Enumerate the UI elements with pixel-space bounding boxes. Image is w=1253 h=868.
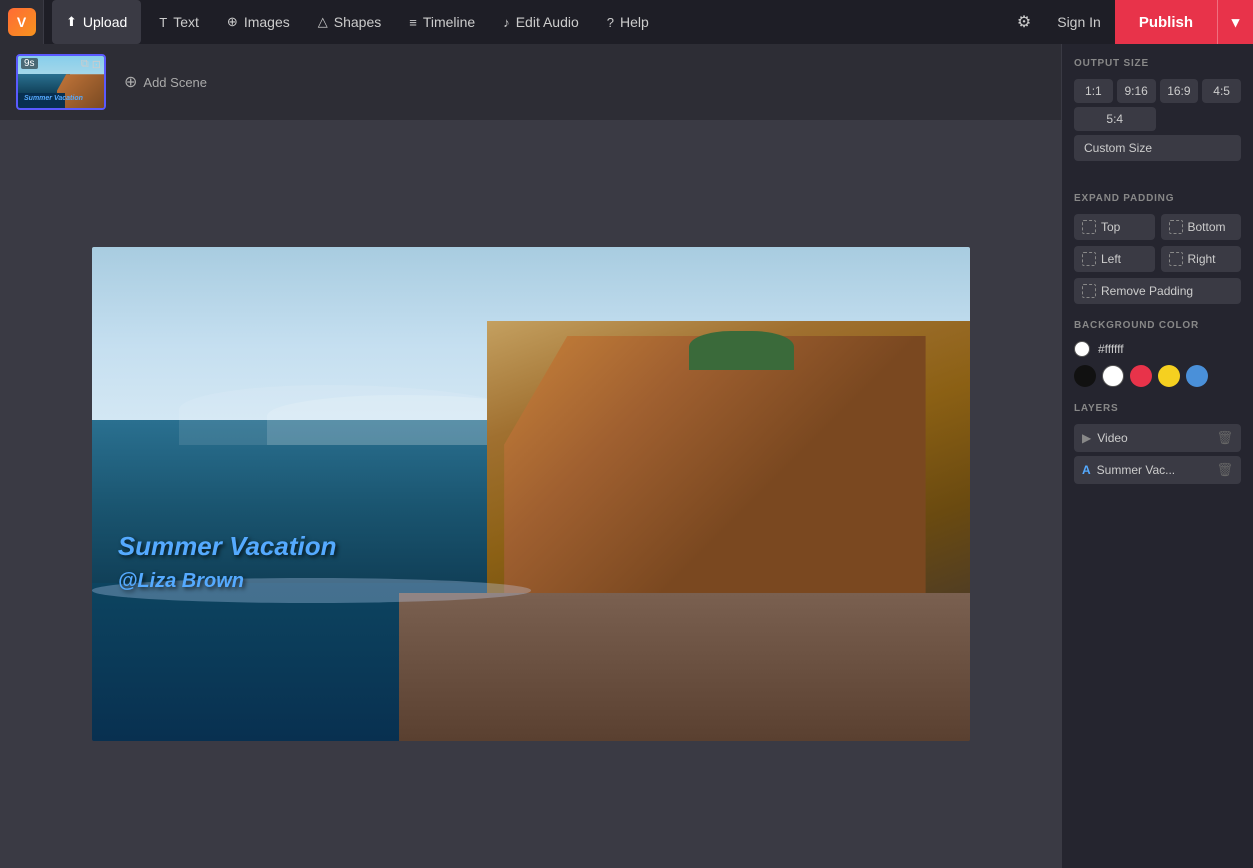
padding-grid: Top Bottom Left Right (1074, 214, 1241, 272)
expand-padding-label: EXPAND PADDING (1074, 193, 1241, 204)
scene-text-preview: Summer Vacation (24, 95, 83, 102)
output-size-label: OUTPUT SIZE (1074, 58, 1241, 69)
images-icon: ⊕ (227, 14, 238, 30)
upload-icon: ⬆ (66, 14, 77, 30)
swatch-white[interactable] (1102, 365, 1124, 387)
sign-in-button[interactable]: Sign In (1043, 0, 1115, 44)
background-color-section: BACKGROUND COLOR #ffffff (1074, 320, 1241, 387)
size-grid-row2: 5:4 (1074, 107, 1241, 131)
pad-right-icon (1169, 252, 1183, 266)
layer-text[interactable]: A Summer Vac... 🗑 (1074, 456, 1241, 484)
vegetation (689, 331, 794, 371)
shapes-button[interactable]: △ Shapes (304, 0, 395, 44)
scene-strip: 9s ⧉ ⊡ Summer Vacation ⊕ Add Scene (0, 44, 1061, 120)
text-button[interactable]: T Text (145, 0, 213, 44)
rocky-shore (399, 593, 970, 741)
size-9-16-button[interactable]: 9:16 (1117, 79, 1156, 103)
canvas-area: Summer Vacation @Liza Brown (0, 120, 1061, 868)
output-size-section: OUTPUT SIZE 1:1 9:16 16:9 4:5 5:4 Custom… (1074, 58, 1241, 177)
canvas-scene: Summer Vacation @Liza Brown (92, 247, 970, 741)
swatch-blue[interactable] (1186, 365, 1208, 387)
cliff-detail (504, 336, 925, 608)
pad-right-button[interactable]: Right (1161, 246, 1242, 272)
app-logo: V (0, 0, 44, 44)
bg-color-swatch-active[interactable] (1074, 341, 1090, 357)
timeline-icon: ≡ (409, 15, 417, 30)
gear-icon: ⚙ (1017, 12, 1031, 32)
right-panel: OUTPUT SIZE 1:1 9:16 16:9 4:5 5:4 Custom… (1061, 44, 1253, 868)
help-icon: ? (607, 15, 614, 30)
remove-pad-icon (1082, 284, 1096, 298)
bg-hex-value: #ffffff (1098, 342, 1124, 356)
text-overlay: Summer Vacation @Liza Brown (118, 531, 337, 593)
background-color-label: BACKGROUND COLOR (1074, 320, 1241, 331)
plus-icon: ⊕ (124, 72, 137, 92)
swatch-black[interactable] (1074, 365, 1096, 387)
publish-dropdown-arrow[interactable]: ▾ (1217, 0, 1253, 44)
video-layer-delete[interactable]: 🗑 (1216, 430, 1233, 446)
logo-icon: V (8, 8, 36, 36)
publish-main[interactable]: Publish (1115, 0, 1217, 44)
overlay-title: Summer Vacation (118, 531, 337, 562)
swatch-yellow[interactable] (1158, 365, 1180, 387)
size-1-1-button[interactable]: 1:1 (1074, 79, 1113, 103)
publish-button[interactable]: Publish ▾ (1115, 0, 1253, 44)
size-4-5-button[interactable]: 4:5 (1202, 79, 1241, 103)
pad-bottom-button[interactable]: Bottom (1161, 214, 1242, 240)
overlay-author: @Liza Brown (118, 570, 337, 593)
size-grid-row1: 1:1 9:16 16:9 4:5 (1074, 79, 1241, 103)
upload-button[interactable]: ⬆ Upload (52, 0, 141, 44)
chevron-down-icon: ▾ (1232, 13, 1240, 31)
images-button[interactable]: ⊕ Images (213, 0, 304, 44)
color-swatches (1074, 365, 1241, 387)
settings-button[interactable]: ⚙ (1005, 0, 1043, 44)
scene-thumbnail[interactable]: 9s ⧉ ⊡ Summer Vacation (16, 54, 106, 110)
add-scene-button[interactable]: ⊕ Add Scene (116, 68, 215, 96)
size-5-4-button[interactable]: 5:4 (1074, 107, 1156, 131)
video-layer-label: Video (1097, 431, 1210, 445)
text-layer-icon: A (1082, 463, 1091, 477)
scene-delete-icon[interactable]: ⊡ (92, 58, 101, 71)
layers-label: LAYERS (1074, 403, 1241, 414)
custom-size-button[interactable]: Custom Size (1074, 135, 1241, 161)
scene-duration-badge: 9s (21, 58, 38, 69)
text-layer-delete[interactable]: 🗑 (1216, 462, 1233, 478)
scene-copy-icon[interactable]: ⧉ (81, 58, 89, 71)
bg-color-row: #ffffff (1074, 341, 1241, 357)
audio-icon: ♪ (503, 15, 510, 30)
pad-top-button[interactable]: Top (1074, 214, 1155, 240)
size-16-9-button[interactable]: 16:9 (1160, 79, 1199, 103)
text-icon: T (159, 15, 167, 30)
swatch-red[interactable] (1130, 365, 1152, 387)
layer-video[interactable]: ▶ Video 🗑 (1074, 424, 1241, 452)
pad-left-button[interactable]: Left (1074, 246, 1155, 272)
layers-section: LAYERS ▶ Video 🗑 A Summer Vac... 🗑 (1074, 403, 1241, 484)
video-layer-icon: ▶ (1082, 431, 1091, 445)
pad-bottom-icon (1169, 220, 1183, 234)
canvas-frame[interactable]: Summer Vacation @Liza Brown (92, 247, 970, 741)
timeline-button[interactable]: ≡ Timeline (395, 0, 489, 44)
edit-audio-button[interactable]: ♪ Edit Audio (489, 0, 593, 44)
text-layer-label: Summer Vac... (1097, 463, 1211, 477)
pad-top-icon (1082, 220, 1096, 234)
expand-padding-section: EXPAND PADDING Top Bottom Left Right (1074, 193, 1241, 304)
pad-left-icon (1082, 252, 1096, 266)
topnav: V ⬆ Upload T Text ⊕ Images △ Shapes ≡ Ti… (0, 0, 1253, 44)
shapes-icon: △ (318, 14, 328, 30)
help-button[interactable]: ? Help (593, 0, 663, 44)
remove-padding-button[interactable]: Remove Padding (1074, 278, 1241, 304)
